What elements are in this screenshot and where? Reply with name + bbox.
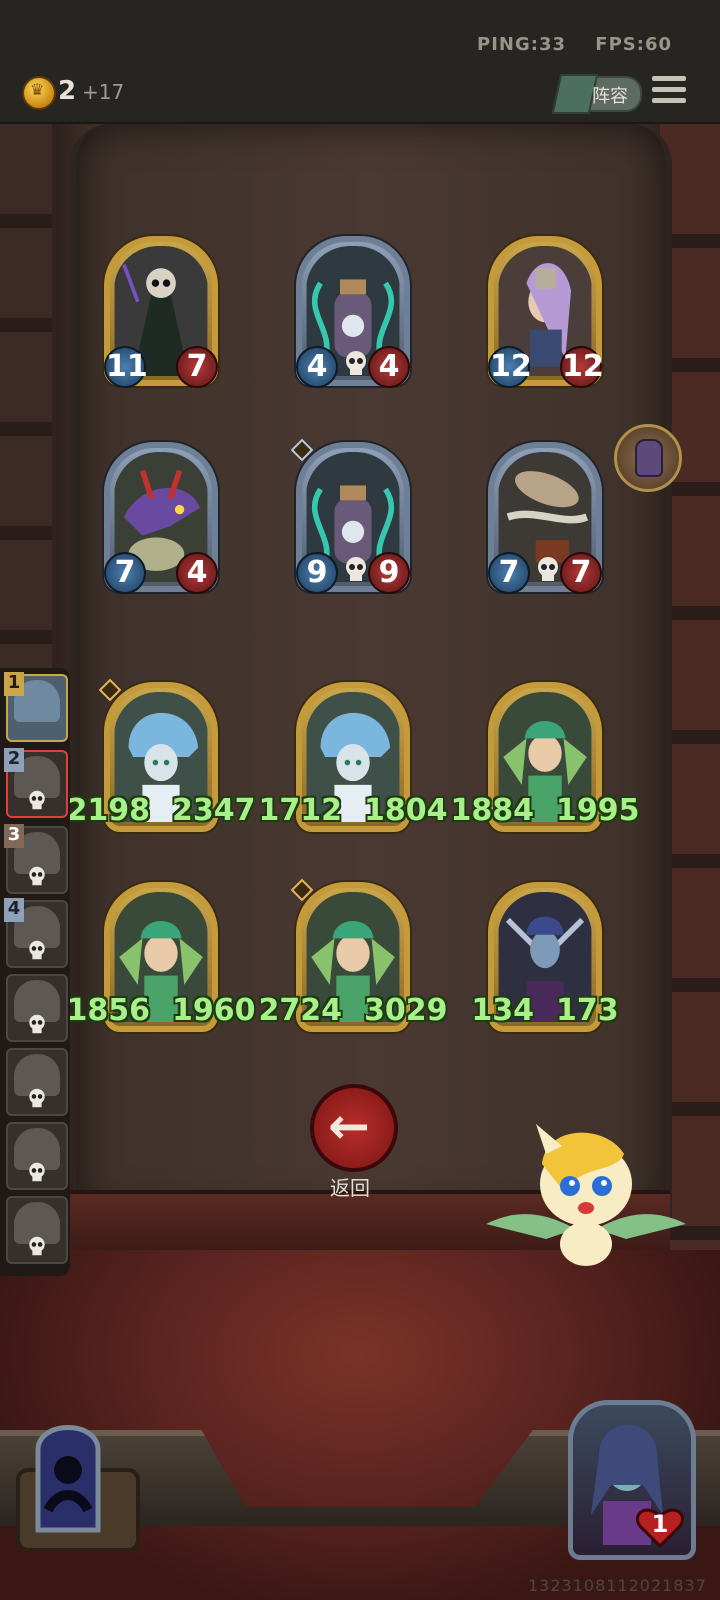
health-stat: 173 <box>556 993 619 1028</box>
skull-icon <box>538 557 558 581</box>
rank-badge: 3 <box>4 824 24 848</box>
skull-icon <box>29 1236 45 1256</box>
lineup-button[interactable]: 阵容 <box>551 74 642 114</box>
menu-bar-icon <box>652 87 686 92</box>
attack-stat: 7 <box>488 552 530 594</box>
network-status: PING:33 FPS:60 <box>455 34 672 55</box>
health-stat: 1995 <box>556 793 640 828</box>
menu-button[interactable] <box>652 76 686 106</box>
health-stat: 1960 <box>172 993 256 1028</box>
roster-slot[interactable]: 2 <box>4 748 68 818</box>
attack-stat: 2198 <box>66 793 151 828</box>
skull-icon <box>29 1088 45 1108</box>
top-bar: PING:33 FPS:60 2 +17 阵容 <box>0 0 720 124</box>
health-stat: 3029 <box>364 993 448 1028</box>
enemy-minion-card[interactable]: 7 7 <box>488 442 602 594</box>
skull-icon <box>29 1162 45 1182</box>
attack-stat: 11 <box>104 346 148 388</box>
shop-keeper-button[interactable] <box>8 1410 148 1560</box>
lives-count: 1 <box>651 1510 669 1538</box>
fps-text: FPS:60 <box>595 34 672 55</box>
attack-stat: 7 <box>104 552 146 594</box>
attack-stat: 2724 <box>258 993 343 1028</box>
gold-count: 2 <box>58 76 77 106</box>
ally-minion-card[interactable]: 1712 1804 <box>259 682 448 832</box>
menu-bar-icon <box>652 76 686 81</box>
gold-coin-icon <box>22 76 56 110</box>
enemy-minion-card[interactable]: 4 4 <box>296 236 410 388</box>
gold-income: +17 <box>82 80 125 104</box>
skull-icon <box>346 351 366 375</box>
ally-minion-card[interactable]: 2198 2347 <box>67 678 256 832</box>
lineup-label: 阵容 <box>592 86 628 107</box>
health-stat: 1804 <box>364 793 448 828</box>
health-stat: 12 <box>560 346 604 388</box>
attack-stat: 1856 <box>66 993 151 1028</box>
attack-stat: 1884 <box>450 793 535 828</box>
lives-heart: 1 <box>636 1504 684 1549</box>
skull-icon <box>346 557 366 581</box>
rank-badge: 4 <box>4 898 24 922</box>
roster-slot[interactable]: 1 <box>4 672 68 742</box>
skull-icon <box>29 866 45 886</box>
potion-icon <box>635 439 663 477</box>
health-stat: 4 <box>176 552 218 594</box>
pet-companion[interactable] <box>486 1124 686 1274</box>
attack-stat: 134 <box>471 993 534 1028</box>
rank-badge: 2 <box>4 748 24 772</box>
arrow-left-icon: ← <box>328 1097 370 1155</box>
enemy-minion-card[interactable]: 9 9 <box>290 438 410 594</box>
health-stat: 7 <box>560 552 602 594</box>
player-roster: 1 2 3 4 <box>0 668 70 1276</box>
ally-minion-card[interactable]: 2724 3029 <box>259 878 448 1032</box>
ally-minion-card[interactable]: 134 173 <box>471 882 619 1032</box>
attack-stat: 1712 <box>258 793 343 828</box>
ping-text: PING:33 <box>477 34 567 55</box>
roster-slot[interactable] <box>6 1122 68 1190</box>
enemy-minion-card[interactable]: 11 7 <box>104 236 218 388</box>
game-screen: PING:33 FPS:60 2 +17 阵容 11 7 4 4 12 12 <box>0 0 720 1600</box>
roster-slot[interactable] <box>6 1048 68 1116</box>
roster-slot[interactable] <box>6 974 68 1042</box>
skull-icon <box>29 1014 45 1034</box>
rank-badge: 1 <box>4 672 24 696</box>
user-id: 1323108112021837 <box>528 1576 707 1595</box>
ally-minion-card[interactable]: 1856 1960 <box>67 882 256 1032</box>
menu-bar-icon <box>652 98 686 103</box>
health-stat: 2347 <box>172 793 256 828</box>
ally-minion-card[interactable]: 1884 1995 <box>451 682 640 832</box>
roster-slot[interactable] <box>6 1196 68 1264</box>
back-button[interactable]: ← <box>310 1084 398 1172</box>
potion-item-button[interactable] <box>614 424 682 492</box>
roster-slot[interactable]: 3 <box>4 824 68 894</box>
back-label: 返回 <box>330 1176 370 1200</box>
attack-stat: 9 <box>296 552 338 594</box>
bookshelf-left <box>0 124 52 684</box>
health-stat: 9 <box>368 552 410 594</box>
skull-icon <box>29 940 45 960</box>
attack-stat: 12 <box>488 346 532 388</box>
enemy-minion-card[interactable]: 7 4 <box>104 442 218 594</box>
health-stat: 7 <box>176 346 218 388</box>
attack-stat: 4 <box>296 346 338 388</box>
health-stat: 4 <box>368 346 410 388</box>
roster-slot[interactable]: 4 <box>4 898 68 968</box>
skull-icon <box>29 790 45 810</box>
enemy-minion-card[interactable]: 12 12 <box>488 236 604 388</box>
